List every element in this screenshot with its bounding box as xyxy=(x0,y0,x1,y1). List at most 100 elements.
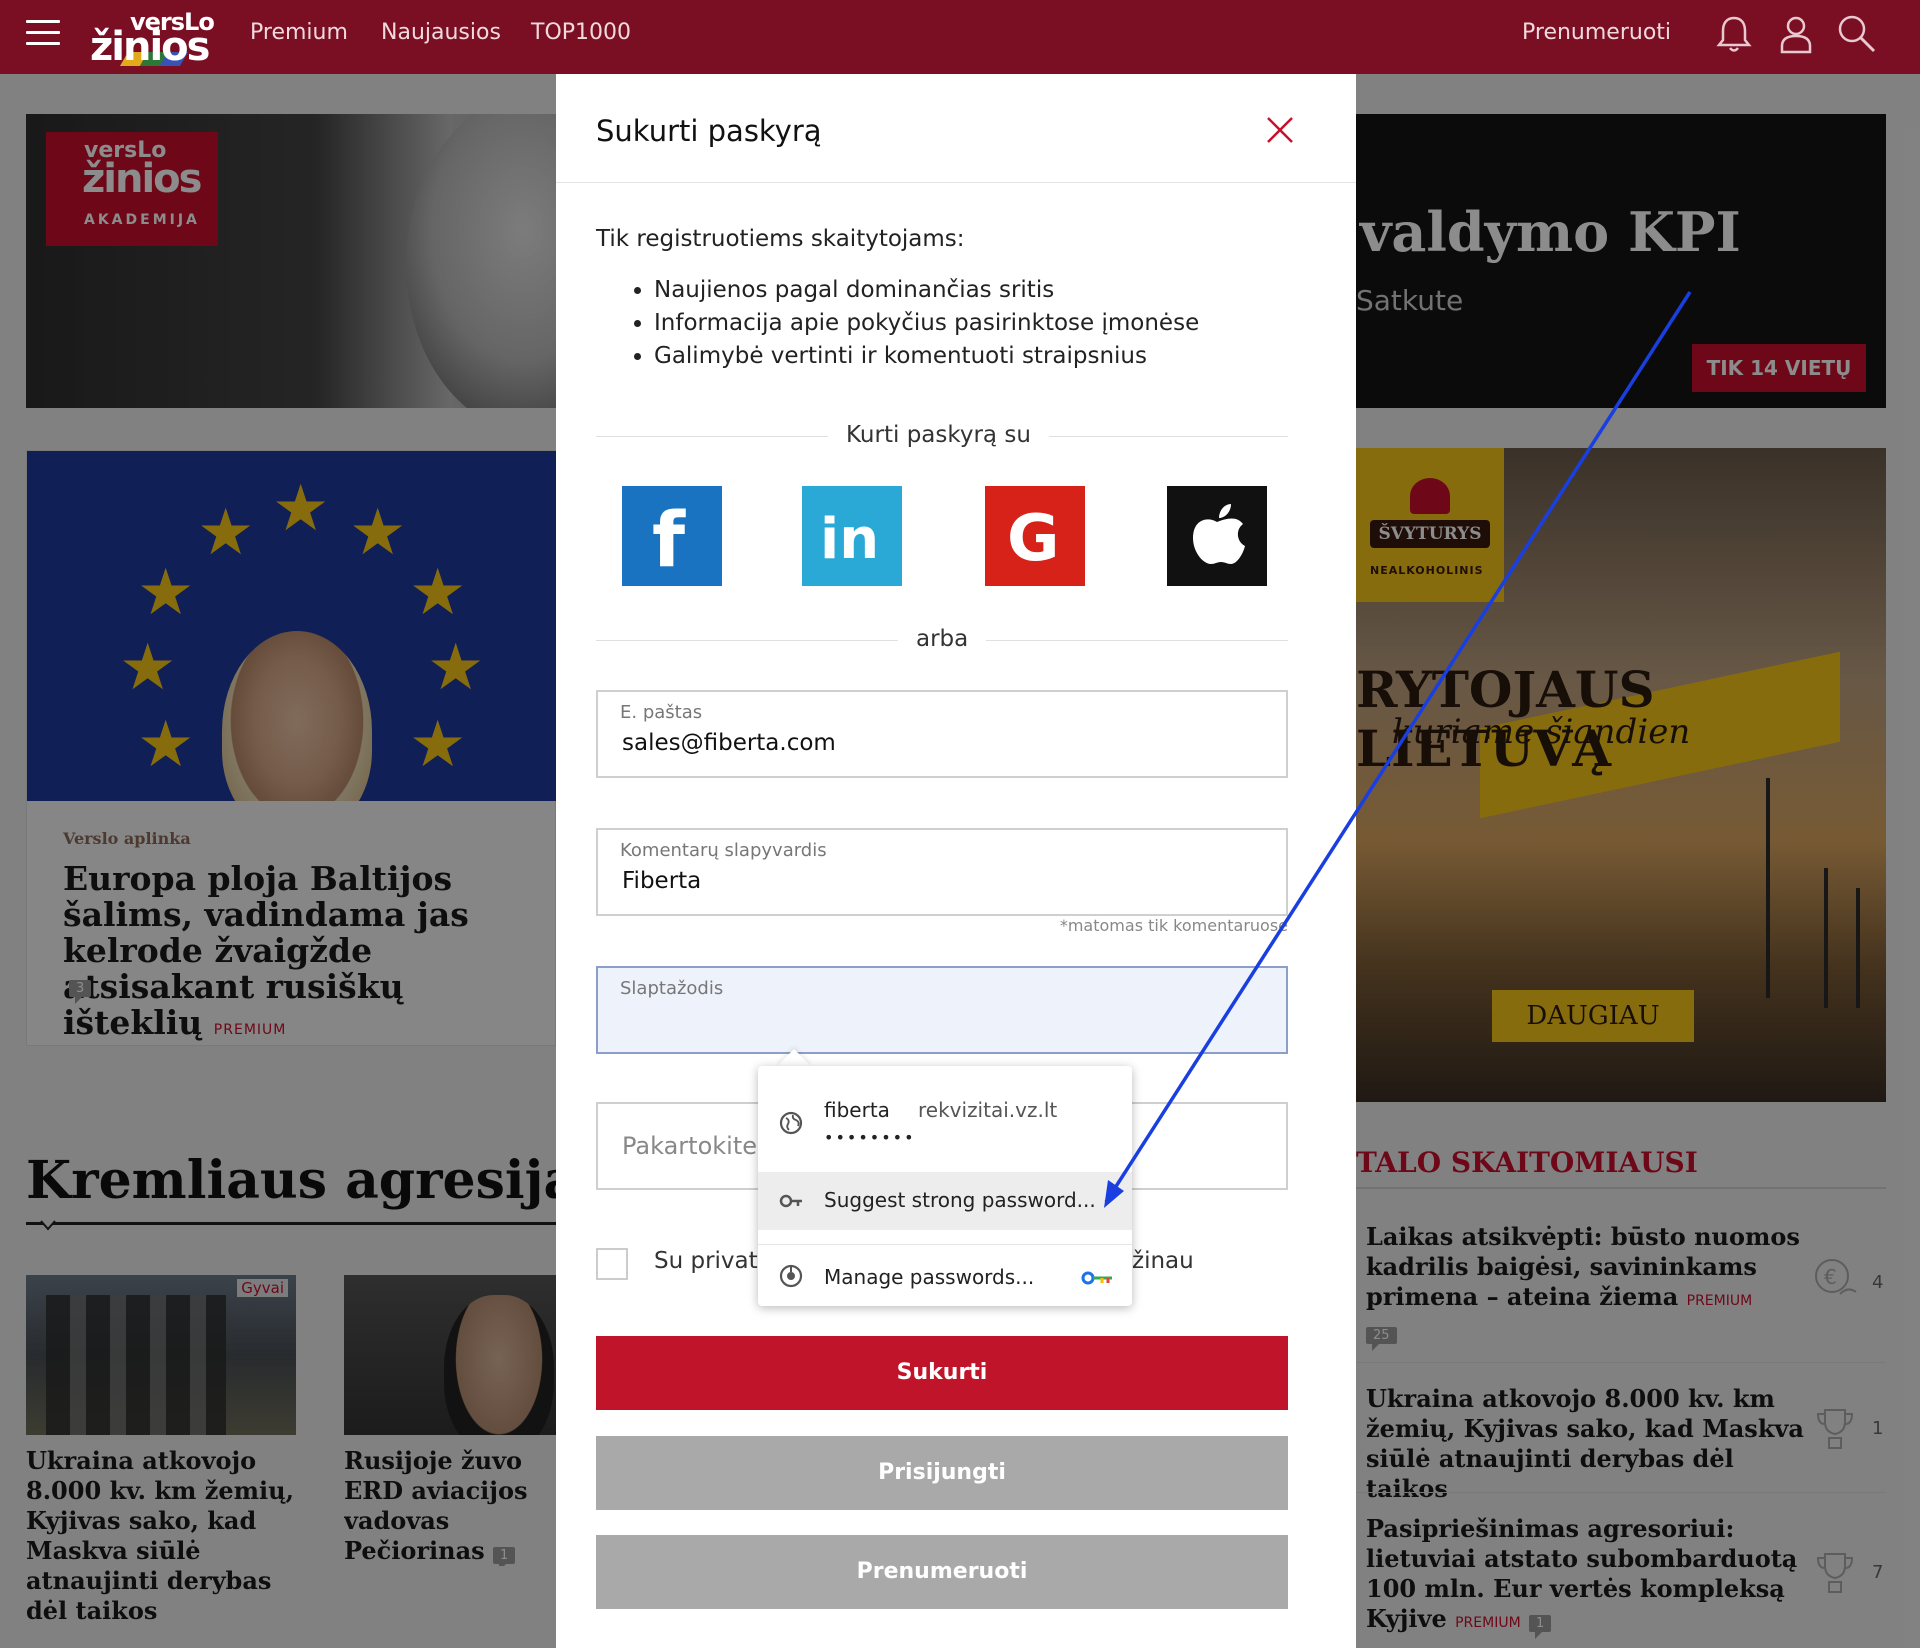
nav-top1000[interactable]: TOP1000 xyxy=(531,20,631,45)
section-divider xyxy=(26,1222,556,1225)
password-field[interactable]: Slaptažodis xyxy=(596,966,1288,1054)
section-title[interactable]: Kremliaus agresija » xyxy=(26,1150,620,1211)
search-icon[interactable] xyxy=(1834,12,1878,56)
manage-passwords-option[interactable]: Manage passwords... xyxy=(758,1244,1132,1306)
kpi-banner-title: valdymo KPI xyxy=(1360,200,1741,264)
nav-naujausios[interactable]: Naujausios xyxy=(381,20,501,45)
thumb-caption-russia[interactable]: Rusijoje žuvo ERD aviacijos vadovas Peči… xyxy=(344,1446,556,1566)
premium-badge: PREMIUM xyxy=(1686,1293,1753,1309)
article-category[interactable]: Verslo aplinka xyxy=(63,829,191,848)
modal-title: Sukurti paskyrą xyxy=(596,114,822,148)
saved-site: rekvizitai.vz.lt xyxy=(918,1098,1058,1122)
nickname-input[interactable] xyxy=(622,868,1262,894)
suggest-password-label: Suggest strong password... xyxy=(824,1188,1096,1212)
akademija-logo-bottom: AKADEMIJA xyxy=(84,212,200,228)
facebook-signup-button[interactable]: f xyxy=(622,486,722,586)
svg-text:in: in xyxy=(820,507,879,572)
most-read-count: 1 xyxy=(1872,1418,1884,1439)
most-read-divider xyxy=(1356,1187,1886,1189)
google-icon: G xyxy=(1007,502,1060,576)
nav-subscribe[interactable]: Prenumeruoti xyxy=(1522,20,1671,45)
featured-article-card[interactable]: ★ ★ ★ ★ ★ ★ ★ ★ ★ Verslo aplinka Europa … xyxy=(26,450,557,1048)
privacy-checkbox[interactable] xyxy=(596,1248,628,1280)
svg-text:f: f xyxy=(652,495,686,584)
create-account-button[interactable]: Sukurti xyxy=(596,1336,1288,1410)
svyturys-brand: ŠVYTURYS xyxy=(1370,520,1490,548)
svyturys-brand-sub: NEALKOHOLINIS xyxy=(1370,564,1484,577)
google-password-manager-icon xyxy=(1081,1271,1112,1285)
akademija-logo-mid: žinios xyxy=(82,156,202,202)
chrome-icon xyxy=(779,1264,803,1288)
apple-signup-button[interactable] xyxy=(1167,486,1267,586)
globe-icon xyxy=(779,1111,803,1135)
manage-passwords-label: Manage passwords... xyxy=(824,1265,1035,1289)
most-read-item-title[interactable]: Pasipriešinimas agresoriui: lietuviai at… xyxy=(1366,1514,1797,1633)
nickname-field[interactable]: Komentarų slapyvardis xyxy=(596,828,1288,916)
comment-count-value: 3 xyxy=(69,980,92,1004)
comment-count[interactable]: 1 xyxy=(1529,1615,1552,1639)
most-read-item[interactable]: Pasipriešinimas agresoriui: lietuviai at… xyxy=(1366,1514,1806,1639)
benefit-item: Galimybė vertinti ir komentuoti straipsn… xyxy=(654,340,1199,373)
user-account-icon[interactable] xyxy=(1774,12,1818,56)
site-logo[interactable]: versLo žinios xyxy=(90,6,222,70)
suggest-password-option[interactable]: Suggest strong password... xyxy=(758,1172,1132,1230)
trophy-icon xyxy=(1816,1553,1854,1593)
thumbnail-russia[interactable] xyxy=(344,1275,556,1435)
login-button[interactable]: Prisijungti xyxy=(596,1436,1288,1510)
facebook-icon: f xyxy=(652,495,686,584)
google-signup-button[interactable]: G xyxy=(985,486,1085,586)
kpi-banner-subtitle: Satkute xyxy=(1356,284,1464,317)
most-read-count: 7 xyxy=(1872,1562,1884,1583)
linkedin-signup-button[interactable]: in xyxy=(802,486,902,586)
comment-count[interactable]: 25 xyxy=(1366,1327,1397,1351)
privacy-label-end[interactable]: žinau xyxy=(1132,1248,1194,1274)
saved-credential-option[interactable]: fiberta rekvizitai.vz.lt •••••••• xyxy=(758,1076,1132,1172)
premium-badge: PREMIUM xyxy=(1455,1615,1521,1631)
email-input[interactable] xyxy=(622,730,1262,756)
linkedin-icon: in xyxy=(820,507,879,572)
money-icon: € xyxy=(1815,1259,1857,1295)
close-icon[interactable] xyxy=(1262,112,1298,148)
kpi-banner-button[interactable]: TIK 14 VIETŲ xyxy=(1692,344,1866,392)
repeat-password-placeholder: Pakartokite xyxy=(622,1132,757,1160)
benefits-list: Naujienos pagal dominančias sritis Infor… xyxy=(634,274,1199,373)
svyturys-crest-icon xyxy=(1410,478,1450,514)
section-title-text[interactable]: Kremliaus agresija xyxy=(26,1150,577,1211)
benefit-item: Informacija apie pokyčius pasirinktose į… xyxy=(654,307,1199,340)
saved-password-mask: •••••••• xyxy=(824,1128,916,1147)
thumb-caption-ukraine[interactable]: Ukraina atkovojo 8.000 kv. km žemių, Kyj… xyxy=(26,1446,306,1626)
nav-premium[interactable]: Premium xyxy=(250,20,348,45)
eu-article-image: ★ ★ ★ ★ ★ ★ ★ ★ ★ xyxy=(27,451,557,801)
nickname-note: *matomas tik komentaruose xyxy=(1059,916,1288,935)
svg-text:G: G xyxy=(1007,502,1060,576)
subscribe-button[interactable]: Prenumeruoti xyxy=(596,1535,1288,1609)
hamburger-menu-icon[interactable] xyxy=(26,20,60,46)
most-read-separator xyxy=(1356,1362,1886,1363)
most-read-item[interactable]: Laikas atsikvėpti: būsto nuomos kadrilis… xyxy=(1366,1222,1806,1351)
comment-count[interactable]: 1 xyxy=(493,1547,516,1566)
most-read-item[interactable]: Ukraina atkovojo 8.000 kv. km žemių, Kyj… xyxy=(1366,1384,1806,1504)
password-input[interactable] xyxy=(622,1006,1262,1032)
premium-badge: PREMIUM xyxy=(213,1022,287,1038)
svg-text:€: € xyxy=(1824,1265,1837,1289)
password-manager-popup: fiberta rekvizitai.vz.lt •••••••• Sugges… xyxy=(758,1066,1132,1306)
comment-count[interactable]: 3 xyxy=(69,977,92,1004)
modal-header-divider xyxy=(556,182,1356,183)
article-title[interactable]: Europa ploja Baltijos šalims, vadindama … xyxy=(63,861,553,1048)
article-title-text[interactable]: Europa ploja Baltijos šalims, vadindama … xyxy=(63,859,469,1042)
benefit-item: Naujienos pagal dominančias sritis xyxy=(654,274,1199,307)
most-read-item-title[interactable]: Ukraina atkovojo 8.000 kv. km žemių, Kyj… xyxy=(1366,1384,1804,1503)
most-read-title: TALO SKAITOMIAUSI xyxy=(1356,1146,1698,1179)
email-field[interactable]: E. paštas xyxy=(596,690,1288,778)
trophy-icon xyxy=(1816,1409,1854,1449)
apple-icon xyxy=(1193,504,1245,564)
saved-username: fiberta xyxy=(824,1098,890,1122)
akademija-logo: versLo žinios AKADEMIJA xyxy=(46,132,218,246)
thumbnail-ukraine[interactable]: Gyvai xyxy=(26,1275,296,1435)
notifications-bell-icon[interactable] xyxy=(1712,12,1756,56)
privacy-label-start[interactable]: Su privatu xyxy=(654,1248,772,1274)
most-read-count: 4 xyxy=(1872,1272,1884,1293)
ad-more-button[interactable]: DAUGIAU xyxy=(1492,990,1694,1042)
key-icon xyxy=(779,1194,802,1208)
nickname-label: Komentarų slapyvardis xyxy=(620,840,827,861)
